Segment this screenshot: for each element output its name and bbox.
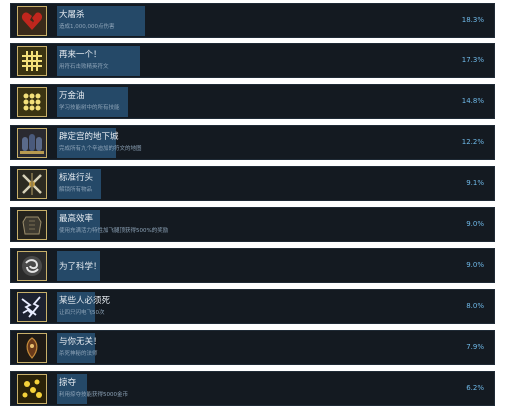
achievement-title: 为了科学！ (59, 262, 102, 272)
achievement-percent: 9.0% (466, 261, 484, 269)
achievement-title: 万金油 (59, 91, 85, 101)
dots-grid-icon (17, 87, 47, 117)
achievement-description: 学习技能树中的所有技能 (59, 105, 120, 111)
mask-icon (17, 333, 47, 363)
achievement-description: 利用掠夺技能获得5000金币 (59, 392, 128, 398)
achievement-percent: 18.3% (461, 16, 484, 24)
achievement-row: 大屠杀 造成1,000,000点伤害 18.3% (10, 3, 495, 38)
achievement-title: 最高效率 (59, 214, 94, 224)
achievement-title: 掠夺 (59, 378, 77, 388)
achievement-description: 解锁所有物品 (59, 187, 93, 193)
achievement-title: 再来一个！ (59, 50, 102, 60)
grid-icon (17, 46, 47, 76)
achievement-percent: 12.2% (461, 138, 484, 146)
achievement-percent: 7.9% (466, 343, 484, 351)
achievement-percent: 17.3% (461, 56, 484, 64)
achievement-description: 使用充满活力特性加飞腿顶获得500%的奖励 (59, 228, 169, 234)
achievement-percent: 14.8% (461, 97, 484, 105)
achievement-percent: 9.1% (466, 179, 484, 187)
broken-heart-icon (17, 6, 47, 36)
lightning-icon (17, 292, 47, 322)
coins-icon (17, 374, 47, 404)
achievement-title: 辟定宫的地下城 (59, 132, 119, 142)
crossed-weapons-icon (17, 169, 47, 199)
achievement-title: 与你无关！ (59, 337, 102, 347)
achievement-description: 用符石击败精英符文 (59, 64, 109, 70)
achievement-row: 再来一个！ 用符石击败精英符文 17.3% (10, 43, 495, 78)
achievement-row: 某些人必须死 让四只闪电飞50次 8.0% (10, 289, 495, 324)
achievement-description: 造成1,000,000点伤害 (59, 24, 115, 30)
achievement-row: 万金油 学习技能树中的所有技能 14.8% (10, 84, 495, 119)
achievement-title: 某些人必须死 (59, 296, 111, 306)
achievement-row: 与你无关！ 杀死神秘的法师 7.9% (10, 330, 495, 365)
achievement-percent: 9.0% (466, 220, 484, 228)
swirl-icon (17, 251, 47, 281)
achievement-row: 最高效率 使用充满活力特性加飞腿顶获得500%的奖励 9.0% (10, 207, 495, 242)
achievement-description: 让四只闪电飞50次 (59, 310, 105, 316)
achievement-percent: 8.0% (466, 302, 484, 310)
portal-icon (17, 128, 47, 158)
achievement-row: 辟定宫的地下城 完成所有九个辛迪加的符文的地图 12.2% (10, 125, 495, 160)
achievement-percent: 6.2% (466, 384, 484, 392)
achievement-title: 大屠杀 (59, 10, 85, 20)
achievement-description: 完成所有九个辛迪加的符文的地图 (59, 146, 142, 152)
armor-icon (17, 210, 47, 240)
achievement-row: 掠夺 利用掠夺技能获得5000金币 6.2% (10, 371, 495, 406)
achievement-description: 杀死神秘的法师 (59, 351, 98, 357)
achievement-list: 大屠杀 造成1,000,000点伤害 18.3% 再来一个！ 用符石击败精英符文… (10, 3, 495, 407)
achievement-row: 为了科学！ 9.0% (10, 248, 495, 283)
achievement-row: 标准行头 解锁所有物品 9.1% (10, 166, 495, 201)
achievement-title: 标准行头 (59, 173, 94, 183)
